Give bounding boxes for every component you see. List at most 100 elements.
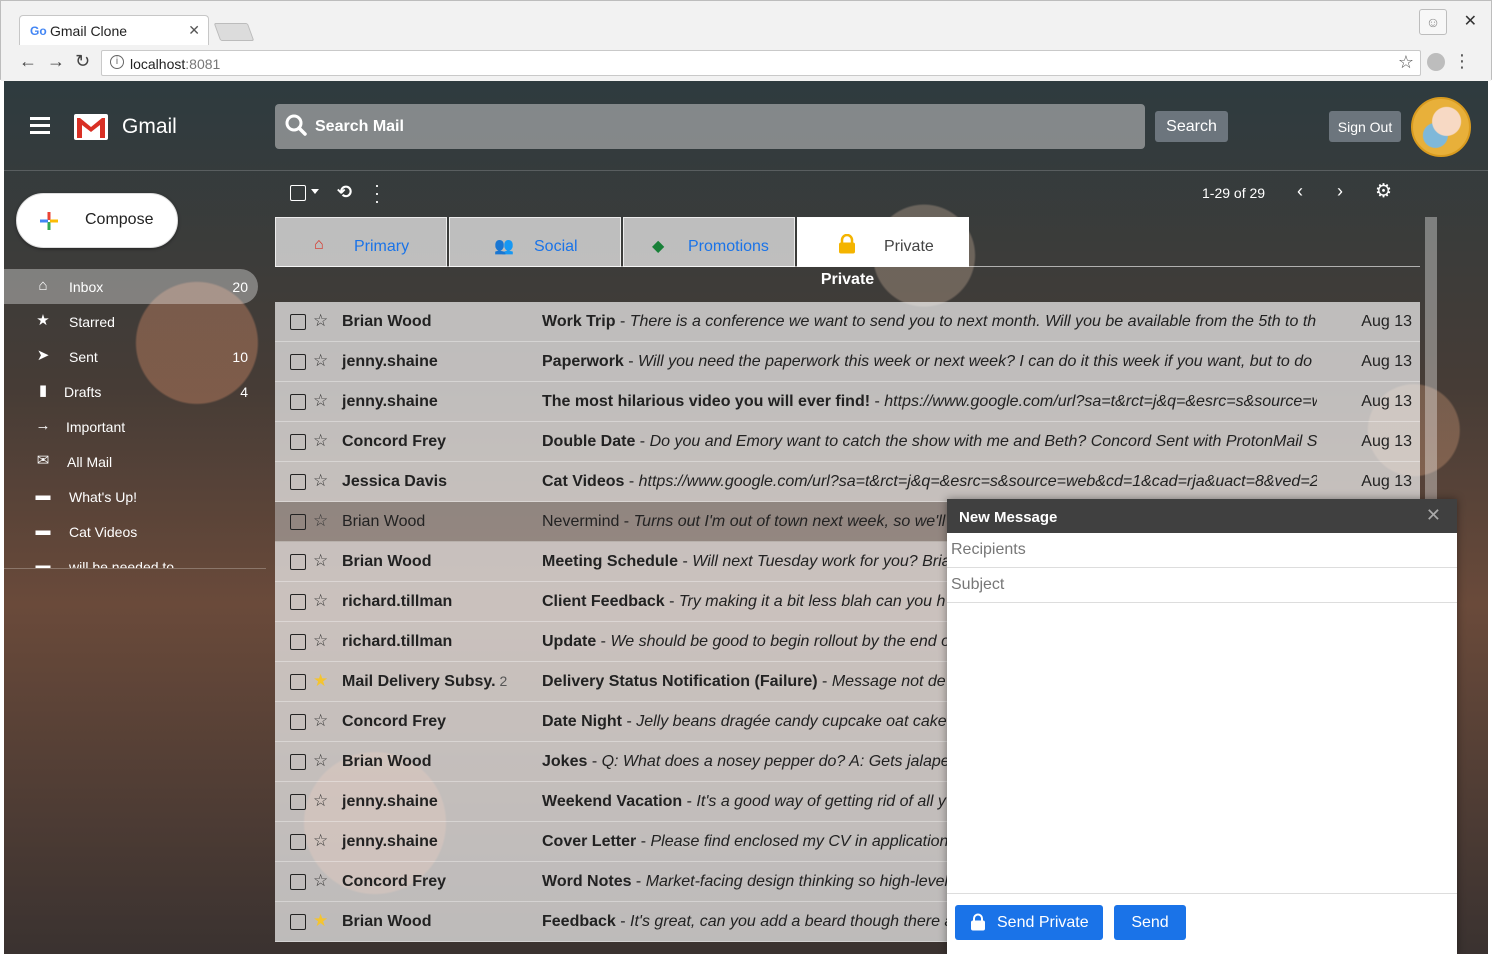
star-icon[interactable]: ☆ <box>313 311 328 331</box>
tab-promotions[interactable]: ◆ Promotions <box>623 217 795 267</box>
email-subject-line: The most hilarious video you will ever f… <box>542 393 1317 411</box>
row-checkbox[interactable] <box>290 674 306 690</box>
window-close-icon[interactable]: ✕ <box>1464 11 1477 31</box>
send-button[interactable]: Send <box>1114 905 1186 940</box>
star-icon[interactable]: ☆ <box>313 551 328 571</box>
avatar[interactable] <box>1411 97 1471 157</box>
separator: - <box>631 873 646 890</box>
close-icon[interactable]: ✕ <box>1426 505 1441 526</box>
star-icon[interactable]: ☆ <box>313 631 328 651</box>
email-sender: richard.tillman <box>342 633 453 650</box>
sidebar-item-sent[interactable]: ➤ Sent 10 <box>4 339 258 374</box>
table-row[interactable]: ☆ Jessica Davis Cat Videos - https://www.g… <box>275 462 1420 502</box>
file-icon: ▮ <box>38 382 48 399</box>
row-checkbox[interactable] <box>290 354 306 370</box>
select-all-checkbox[interactable] <box>290 185 306 201</box>
row-checkbox[interactable] <box>290 474 306 490</box>
row-checkbox[interactable] <box>290 834 306 850</box>
star-icon[interactable]: ☆ <box>313 871 328 891</box>
table-row[interactable]: ☆ Concord Frey Double Date - Do you and Em… <box>275 422 1420 462</box>
row-checkbox[interactable] <box>290 394 306 410</box>
hamburger-menu-icon[interactable] <box>30 117 50 138</box>
row-checkbox[interactable] <box>290 554 306 570</box>
browser-tab[interactable]: Go Gmail Clone ✕ <box>19 15 209 45</box>
profile-icon[interactable]: ☺ <box>1419 9 1447 35</box>
sidebar-item-count: 10 <box>232 349 248 365</box>
star-icon[interactable]: ☆ <box>313 391 328 411</box>
email-sender: Concord Frey <box>342 433 447 450</box>
row-checkbox[interactable] <box>290 754 306 770</box>
star-icon[interactable]: ☆ <box>313 791 328 811</box>
row-checkbox[interactable] <box>290 634 306 650</box>
back-icon[interactable]: ← <box>19 51 37 72</box>
star-icon[interactable]: ☆ <box>313 751 328 771</box>
separator: - <box>622 713 637 730</box>
row-checkbox[interactable] <box>290 314 306 330</box>
row-checkbox[interactable] <box>290 714 306 730</box>
table-row[interactable]: ☆ Brian Wood Work Trip - There is a confer… <box>275 302 1420 342</box>
star-icon[interactable]: ☆ <box>313 351 328 371</box>
star-icon[interactable]: ☆ <box>313 831 328 851</box>
recipients-input[interactable] <box>947 533 1457 568</box>
close-tab-icon[interactable]: ✕ <box>188 22 200 39</box>
inbox-icon: ⌂ <box>38 277 48 294</box>
separator: - <box>682 793 697 810</box>
extension-icon[interactable] <box>1427 53 1445 71</box>
sidebar-item-cat-videos[interactable]: ▬ Cat Videos <box>4 514 258 549</box>
separator: - <box>623 353 639 370</box>
row-checkbox[interactable] <box>290 914 306 930</box>
sidebar-item-starred[interactable]: ★ Starred <box>4 304 258 339</box>
sidebar-item-important[interactable]: → Important <box>4 409 258 444</box>
address-bar[interactable]: i localhost:8081 ☆ <box>101 50 1421 76</box>
star-icon[interactable]: ☆ <box>313 591 328 611</box>
email-subject-line: Cat Videos - https://www.google.com/url?… <box>542 473 1317 491</box>
info-icon[interactable]: i <box>110 55 124 69</box>
refresh-icon[interactable]: ⟲ <box>337 182 352 203</box>
search-button[interactable]: Search <box>1155 111 1228 142</box>
reload-icon[interactable]: ↻ <box>75 51 90 72</box>
row-checkbox[interactable] <box>290 874 306 890</box>
bookmark-star-icon[interactable]: ☆ <box>1398 52 1414 73</box>
send-private-button[interactable]: Send Private <box>955 905 1103 940</box>
email-date: Aug 13 <box>1361 353 1412 370</box>
star-icon[interactable]: ★ <box>313 671 328 691</box>
table-row[interactable]: ☆ jenny.shaine Paperwork - Will you need t… <box>275 342 1420 382</box>
sidebar-item-all-mail[interactable]: ✉ All Mail <box>4 444 258 479</box>
browser-menu-icon[interactable]: ⋮ <box>1453 51 1471 72</box>
subject-input[interactable] <box>947 568 1457 603</box>
tab-social[interactable]: 👥 Social <box>449 217 621 267</box>
email-subject: Client Feedback <box>542 593 665 610</box>
sidebar: ⌂ Inbox 20 ★ Starred ➤ Sent 10 ▮ Drafts … <box>4 269 266 569</box>
email-date: Aug 13 <box>1361 433 1412 450</box>
chevron-right-icon[interactable]: › <box>1337 181 1343 202</box>
message-body-input[interactable] <box>947 603 1457 893</box>
compose-button[interactable]: Compose <box>16 193 178 248</box>
row-checkbox[interactable] <box>290 514 306 530</box>
row-checkbox[interactable] <box>290 434 306 450</box>
star-icon[interactable]: ☆ <box>313 431 328 451</box>
chevron-left-icon[interactable]: ‹ <box>1297 181 1303 202</box>
star-icon[interactable]: ☆ <box>313 471 328 491</box>
sidebar-item-drafts[interactable]: ▮ Drafts 4 <box>4 374 258 409</box>
forward-icon[interactable]: → <box>47 51 65 72</box>
new-tab-button[interactable] <box>213 23 255 41</box>
star-icon[interactable]: ☆ <box>313 711 328 731</box>
star-icon[interactable]: ☆ <box>313 511 328 531</box>
more-vertical-icon[interactable]: · · · <box>374 176 380 210</box>
sign-out-button[interactable]: Sign Out <box>1329 111 1401 142</box>
email-subject: Update <box>542 633 597 650</box>
tab-primary[interactable]: ⌂ Primary <box>275 217 447 267</box>
row-checkbox[interactable] <box>290 794 306 810</box>
chevron-down-icon[interactable] <box>311 189 319 194</box>
row-checkbox[interactable] <box>290 594 306 610</box>
table-row[interactable]: ☆ jenny.shaine The most hilarious video yo… <box>275 382 1420 422</box>
sidebar-item-whats-up[interactable]: ▬ What's Up! <box>4 479 258 514</box>
app-name: Gmail <box>122 115 177 138</box>
sidebar-item-inbox[interactable]: ⌂ Inbox 20 <box>4 269 258 304</box>
sidebar-item-count: 20 <box>232 279 248 295</box>
gear-icon[interactable]: ⚙ <box>1375 180 1392 203</box>
star-icon[interactable]: ★ <box>313 911 328 931</box>
sidebar-item-will-be-needed[interactable]: ▬ will be needed to <box>4 549 258 569</box>
tab-private[interactable]: Private <box>797 217 969 267</box>
search-input[interactable] <box>315 104 1115 149</box>
